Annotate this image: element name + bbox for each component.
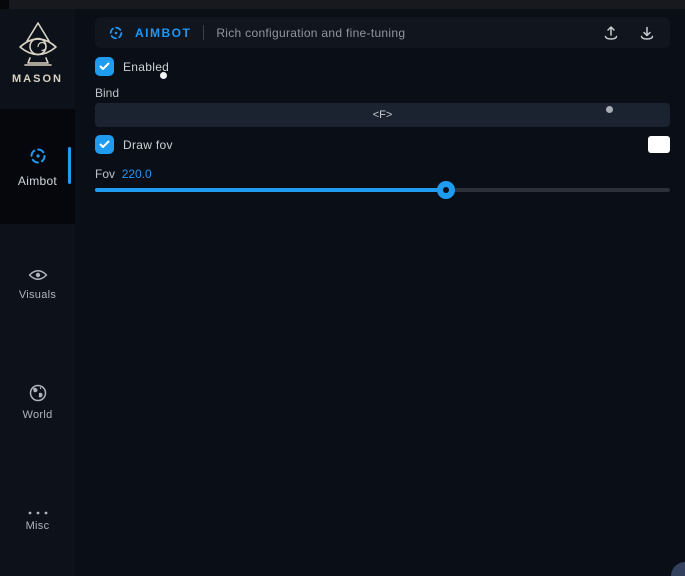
enabled-checkbox[interactable] [95,57,114,76]
ellipsis-icon [27,510,49,516]
fov-label: Fov [95,167,118,181]
download-config-button[interactable] [636,24,658,42]
eye-icon [28,268,48,282]
upload-icon [603,25,619,41]
cursor-dot-secondary [606,106,613,113]
sidebar-item-visuals[interactable]: Visuals [0,257,75,311]
fov-slider-caption: Fov 220.0 [95,167,152,181]
fov-color-swatch[interactable] [648,136,670,153]
brand-name: MASON [12,73,63,85]
sidebar-item-aimbot[interactable]: Aimbot [0,109,75,224]
page-subtitle: Rich configuration and fine-tuning [216,26,586,40]
window-top-corner [0,0,9,9]
sidebar-item-label: Aimbot [18,174,57,188]
checkmark-icon [99,62,110,71]
sidebar: MASON Aimbot Visuals World [0,9,75,576]
download-icon [639,25,655,41]
sidebar-item-label: World [22,409,52,421]
sidebar-item-misc[interactable]: Misc [0,497,75,545]
draw-fov-label: Draw fov [123,138,173,152]
enabled-row: Enabled [95,57,169,76]
fov-value: 220.0 [122,167,152,181]
draw-fov-row: Draw fov [95,135,173,154]
main-panel: AIMBOT Rich configuration and fine-tunin… [75,9,685,576]
crosshair-icon [107,24,125,42]
active-tab-indicator [68,147,71,184]
sidebar-item-label: Visuals [19,289,56,301]
window-top-strip [0,0,685,9]
page-header: AIMBOT Rich configuration and fine-tunin… [95,17,670,48]
header-divider [203,25,204,40]
crosshair-icon [27,145,49,167]
fov-slider[interactable] [95,181,670,199]
checkmark-icon [99,140,110,149]
brand-logo: MASON [0,18,75,85]
draw-fov-checkbox[interactable] [95,135,114,154]
bind-label: Bind [95,86,119,100]
sidebar-item-label: Misc [26,520,50,532]
page-title: AIMBOT [135,26,191,40]
upload-config-button[interactable] [600,24,622,42]
sidebar-item-world[interactable]: World [0,375,75,429]
globe-icon [29,384,47,402]
fov-slider-thumb[interactable] [437,181,455,199]
bind-keybind-field[interactable]: <F> [95,103,670,127]
cursor-dot [160,72,167,79]
fov-slider-fill [95,188,446,192]
masonic-eye-icon [12,18,64,70]
